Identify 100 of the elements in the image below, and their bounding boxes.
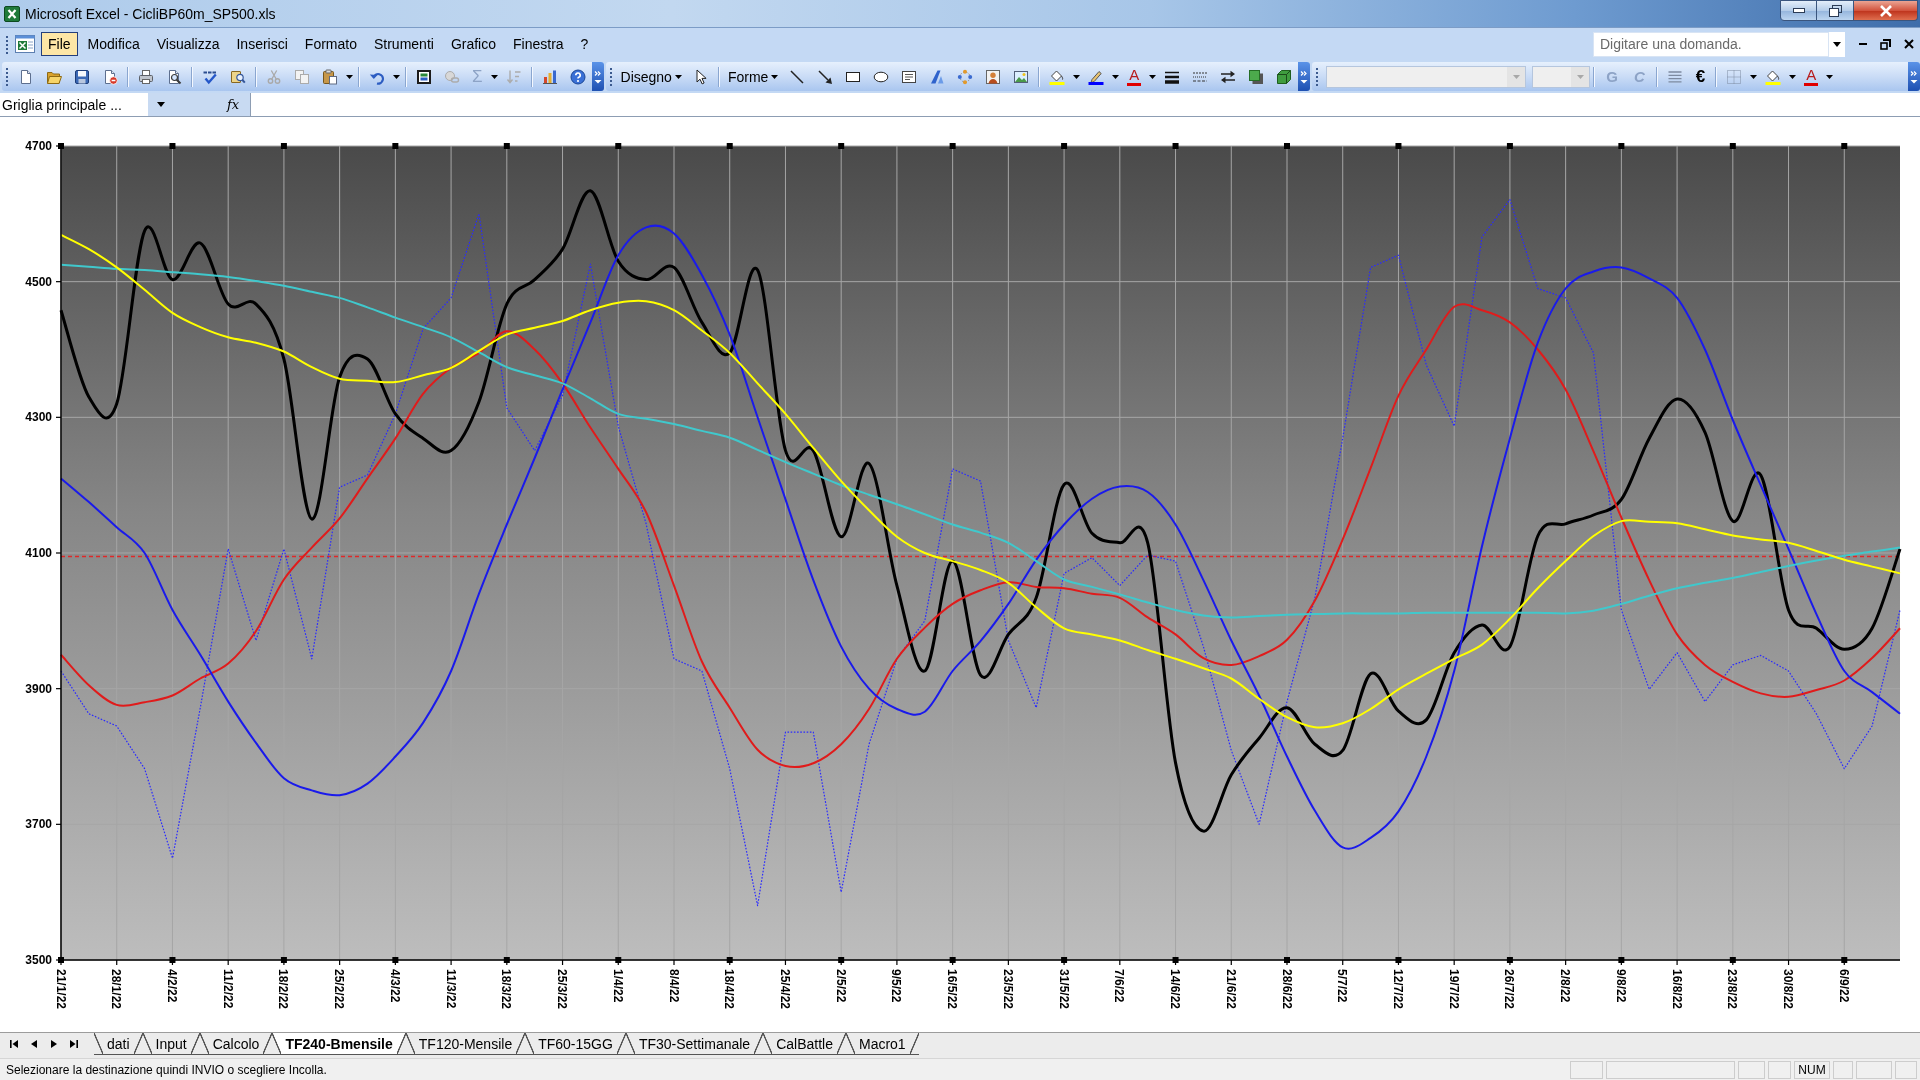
- restore-button[interactable]: [1817, 0, 1854, 21]
- x-axis-label: 12/7/22: [1391, 969, 1405, 1010]
- selection-handle-icon[interactable]: [1729, 957, 1736, 963]
- selection-handle-icon[interactable]: [1841, 143, 1848, 149]
- selection-handle-icon[interactable]: [1506, 957, 1513, 963]
- selection-handle-icon[interactable]: [615, 143, 622, 149]
- selection-handle-icon[interactable]: [280, 143, 287, 149]
- selection-handle-icon[interactable]: [615, 957, 622, 963]
- menu-item[interactable]: ?: [573, 32, 596, 56]
- paint-bucket-icon: [1049, 68, 1066, 85]
- selection-handle-icon[interactable]: [1618, 957, 1625, 963]
- sheet-tab[interactable]: TF30-Settimanale: [625, 1033, 764, 1055]
- left-triangle-icon: [31, 1040, 37, 1048]
- selection-handle-icon[interactable]: [392, 143, 399, 149]
- x-axis-label: 30/8/22: [1781, 969, 1795, 1010]
- selection-handle-icon[interactable]: [169, 143, 176, 149]
- sheet-tab[interactable]: TF120-Mensile: [405, 1033, 526, 1055]
- drawing-menu-button[interactable]: Disegno: [615, 64, 687, 89]
- x-axis-label: 11/2/22: [220, 969, 235, 1009]
- toolbar-options-button[interactable]: [1298, 62, 1311, 91]
- menu-item[interactable]: Inserisci: [229, 32, 295, 56]
- sheet-tab[interactable]: Macro1: [845, 1033, 919, 1055]
- restricted-document-icon: [102, 68, 118, 85]
- framed-picture-icon: [416, 68, 432, 85]
- selection-handle-icon[interactable]: [1061, 957, 1068, 963]
- menu-item[interactable]: Visualizza: [149, 32, 227, 56]
- sheet-tab[interactable]: TF60-15GG: [525, 1033, 626, 1055]
- toolbar-options-button[interactable]: [591, 62, 604, 91]
- dropdown-button[interactable]: [1829, 31, 1845, 57]
- x-axis-label: 6/9/22: [1836, 969, 1851, 1003]
- selection-handle-icon[interactable]: [838, 143, 845, 149]
- font-size-field[interactable]: [1532, 65, 1591, 88]
- slanted-shape-icon: [929, 68, 946, 85]
- selection-handle-icon[interactable]: [1172, 143, 1179, 149]
- menu-item[interactable]: Finestra: [506, 32, 571, 56]
- selection-handle-icon[interactable]: [169, 957, 176, 963]
- minimize-icon: [1858, 43, 1867, 45]
- first-icon: [10, 1040, 18, 1048]
- selection-handle-icon[interactable]: [503, 957, 510, 963]
- sheet-tab[interactable]: dati: [94, 1033, 143, 1055]
- selection-handle-icon[interactable]: [726, 143, 733, 149]
- grip-icon: [6, 34, 9, 54]
- pen-icon: [1088, 68, 1105, 85]
- status-indicator: NUM: [1794, 1060, 1830, 1079]
- menu-item[interactable]: File: [41, 32, 78, 56]
- menu-item[interactable]: Grafico: [443, 32, 503, 56]
- menu-item[interactable]: Formato: [297, 32, 364, 56]
- borders-icon: [1726, 68, 1743, 85]
- menu-item[interactable]: Modifica: [80, 32, 147, 56]
- chevron-icon: [1300, 69, 1309, 84]
- y-axis-label: 4700: [25, 139, 52, 153]
- selection-handle-icon[interactable]: [392, 957, 399, 963]
- question-field[interactable]: Digitare una domanda.: [1593, 31, 1829, 57]
- selection-handle-icon[interactable]: [726, 957, 733, 963]
- x-axis-label: 18/2/22: [276, 969, 291, 1010]
- sheet-tab[interactable]: Calcolo: [199, 1033, 273, 1055]
- sheet-tab[interactable]: Input: [142, 1033, 200, 1055]
- sheet-tab[interactable]: CalBattle: [763, 1033, 846, 1055]
- euro-button[interactable]: €: [1688, 64, 1713, 89]
- shapes-menu-button[interactable]: Forme: [722, 64, 784, 89]
- selection-handle-icon[interactable]: [1729, 143, 1736, 149]
- selection-handle-icon[interactable]: [1506, 143, 1513, 149]
- selection-handle-icon[interactable]: [1284, 143, 1290, 149]
- x-axis-label: 28/6/22: [1279, 969, 1294, 1010]
- chevron-icon: [593, 69, 602, 84]
- line-icon: [789, 68, 806, 85]
- x-axis-label: 25/4/22: [778, 969, 792, 1010]
- selection-handle-icon[interactable]: [1841, 957, 1848, 963]
- selection-handle-icon[interactable]: [838, 957, 845, 963]
- selection-handle-icon[interactable]: [503, 143, 510, 149]
- font-name-field[interactable]: [1326, 65, 1527, 88]
- selection-handle-icon[interactable]: [58, 143, 64, 149]
- minimize-button[interactable]: [1780, 0, 1817, 21]
- selection-handle-icon[interactable]: [1395, 143, 1402, 149]
- close-button[interactable]: [1854, 0, 1918, 21]
- sheet-tab[interactable]: TF240-Bmensile: [272, 1033, 406, 1055]
- x-axis-label: 4/3/22: [387, 969, 402, 1003]
- chevron-icon: [1910, 69, 1918, 84]
- font-color-button[interactable]: A: [1121, 64, 1148, 89]
- selection-handle-icon[interactable]: [1395, 957, 1402, 963]
- selection-handle-icon[interactable]: [949, 957, 956, 963]
- menu-item[interactable]: Strumenti: [366, 32, 441, 56]
- name-box[interactable]: Griglia principale ...: [0, 93, 148, 116]
- y-axis-label: 4100: [25, 546, 52, 560]
- selection-handle-icon[interactable]: [1061, 143, 1068, 149]
- font-color-button[interactable]: A: [1798, 64, 1825, 89]
- x-axis-label: 9/8/22: [1613, 969, 1628, 1003]
- selection-handle-icon[interactable]: [1172, 957, 1179, 963]
- x-axis-label: 18/4/22: [722, 969, 737, 1010]
- selection-handle-icon[interactable]: [1618, 143, 1625, 149]
- toolbar-options-button[interactable]: [1908, 62, 1920, 91]
- formula-field[interactable]: [250, 93, 1920, 116]
- spreadsheet-icon: [4, 5, 20, 22]
- selection-handle-icon[interactable]: [949, 143, 956, 149]
- caret-icon: [1826, 74, 1834, 79]
- insert-function-button[interactable]: fx: [222, 93, 244, 116]
- y-axis-label: 3700: [25, 817, 52, 832]
- selection-handle-icon[interactable]: [280, 957, 287, 963]
- selection-handle-icon[interactable]: [1284, 957, 1290, 963]
- selection-handle-icon[interactable]: [58, 957, 64, 963]
